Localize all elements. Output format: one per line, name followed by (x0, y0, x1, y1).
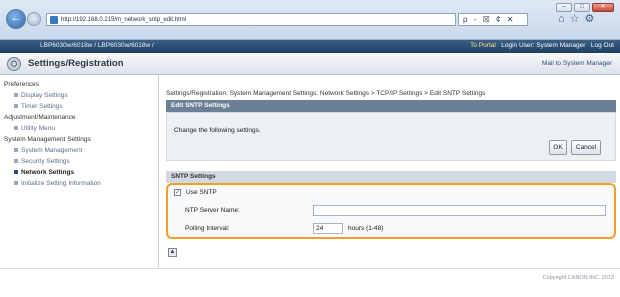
sidebar-item-label: Initialize Setting Information (21, 180, 101, 187)
ntp-server-name-input[interactable] (313, 205, 606, 216)
gear-icon[interactable]: ⚙ (585, 13, 600, 25)
page-title: Settings/Registration (28, 58, 124, 69)
page-title-bar: ⚙ Settings/Registration Mail to System M… (0, 53, 620, 75)
forward-button[interactable]: → (27, 12, 41, 26)
polling-interval-input[interactable] (313, 223, 343, 234)
bullet-icon (14, 181, 18, 186)
sidebar-item-label: Security Settings (21, 158, 70, 165)
sidebar-item-label: Display Settings (21, 92, 68, 99)
up-arrow-icon: ▲ (169, 249, 176, 255)
bullet-icon (14, 93, 18, 98)
sidebar-item-network-settings[interactable]: Network Settings (0, 167, 152, 178)
app-top-bar: LBP6030w/6018w / LBP6030w/6018w / To Por… (0, 40, 620, 53)
login-user-text: Login User: System Manager (501, 42, 586, 49)
sidebar-divider (158, 75, 159, 275)
minimize-button[interactable]: – (556, 3, 572, 12)
bullet-icon (14, 170, 18, 175)
ok-button[interactable]: OK (549, 140, 567, 155)
back-button[interactable]: ← (6, 9, 26, 29)
bullet-icon (14, 126, 18, 131)
section-title: Edit SNTP Settings (166, 100, 616, 112)
back-to-top-button[interactable]: ▲ (168, 248, 177, 257)
logout-link[interactable]: Log Out (591, 42, 614, 49)
browser-chrome: – □ ✕ ← → http://192.168.0.215/m_network… (0, 0, 620, 40)
polling-interval-label: Polling Interval: (185, 225, 230, 232)
footer: Copyright CANON INC. 2013 (0, 268, 620, 297)
close-window-button[interactable]: ✕ (592, 3, 614, 12)
top-links: To Portal Login User: System Manager Log… (470, 42, 614, 49)
bullet-icon (14, 104, 18, 109)
address-bar-actions[interactable]: ρ - ☒ ¢ ✕ (458, 13, 528, 26)
sidebar-group-system-management-settings: System Management Settings (4, 136, 91, 143)
checkmark-icon: ✓ (175, 190, 181, 196)
address-url[interactable]: http://192.168.0.215/m_network_sntp_edit… (61, 17, 186, 23)
settings-gear-icon: ⚙ (7, 57, 21, 71)
forward-arrow-icon: → (30, 14, 38, 23)
site-favicon-icon (50, 15, 58, 24)
bullet-icon (14, 148, 18, 153)
sidebar-item-label: Network Settings (21, 169, 75, 176)
address-bar[interactable]: http://192.168.0.215/m_network_sntp_edit… (46, 13, 456, 26)
window-controls: – □ ✕ (556, 3, 614, 12)
sidebar-item-label: Timer Settings (21, 103, 63, 110)
sidebar-item-security-settings[interactable]: Security Settings (0, 156, 152, 167)
use-sntp-label: Use SNTP (186, 189, 217, 196)
sidebar-item-display-settings[interactable]: Display Settings (0, 90, 152, 101)
copyright-text: Copyright CANON INC. 2013 (542, 275, 614, 281)
ntp-server-name-label: NTP Server Name: (185, 207, 240, 214)
sidebar-group-preferences: Preferences (4, 81, 40, 88)
sidebar-item-timer-settings[interactable]: Timer Settings (0, 101, 152, 112)
to-portal-link[interactable]: To Portal (470, 42, 496, 49)
printer-model: LBP6030w/6018w / LBP6030w/6018w / (40, 42, 154, 49)
instruction-text: Change the following settings. (174, 127, 261, 134)
sidebar-group-adjustment-maintenance: Adjustment/Maintenance (4, 114, 76, 121)
star-icon[interactable]: ☆ (570, 13, 585, 25)
cancel-button[interactable]: Cancel (571, 140, 601, 155)
mail-to-system-manager-link[interactable]: Mail to System Manager (542, 60, 612, 67)
bullet-icon (14, 159, 18, 164)
sidebar-item-label: System Management (21, 147, 83, 154)
sidebar-item-utility-menu[interactable]: Utility Menu (0, 123, 152, 134)
action-panel: Change the following settings. OK Cancel (166, 112, 616, 161)
sidebar-item-system-management[interactable]: System Management (0, 145, 152, 156)
sntp-settings-header: SNTP Settings (166, 171, 616, 183)
use-sntp-checkbox[interactable]: ✓ (174, 189, 181, 196)
sidebar-item-initialize-setting-information[interactable]: Initialize Setting Information (0, 178, 152, 189)
home-icon[interactable]: ⌂ (558, 13, 570, 25)
sntp-settings-highlight: ✓ Use SNTP NTP Server Name: Polling Inte… (166, 183, 616, 239)
breadcrumb: Settings/Registration: System Management… (166, 90, 486, 97)
sidebar: Preferences Display Settings Timer Setti… (0, 79, 152, 279)
polling-interval-unit: hours (1-48) (348, 225, 384, 232)
sidebar-item-label: Utility Menu (21, 125, 55, 132)
back-arrow-icon: ← (10, 12, 22, 24)
maximize-button[interactable]: □ (574, 3, 590, 12)
browser-tools: ⌂☆⚙ (558, 12, 599, 25)
